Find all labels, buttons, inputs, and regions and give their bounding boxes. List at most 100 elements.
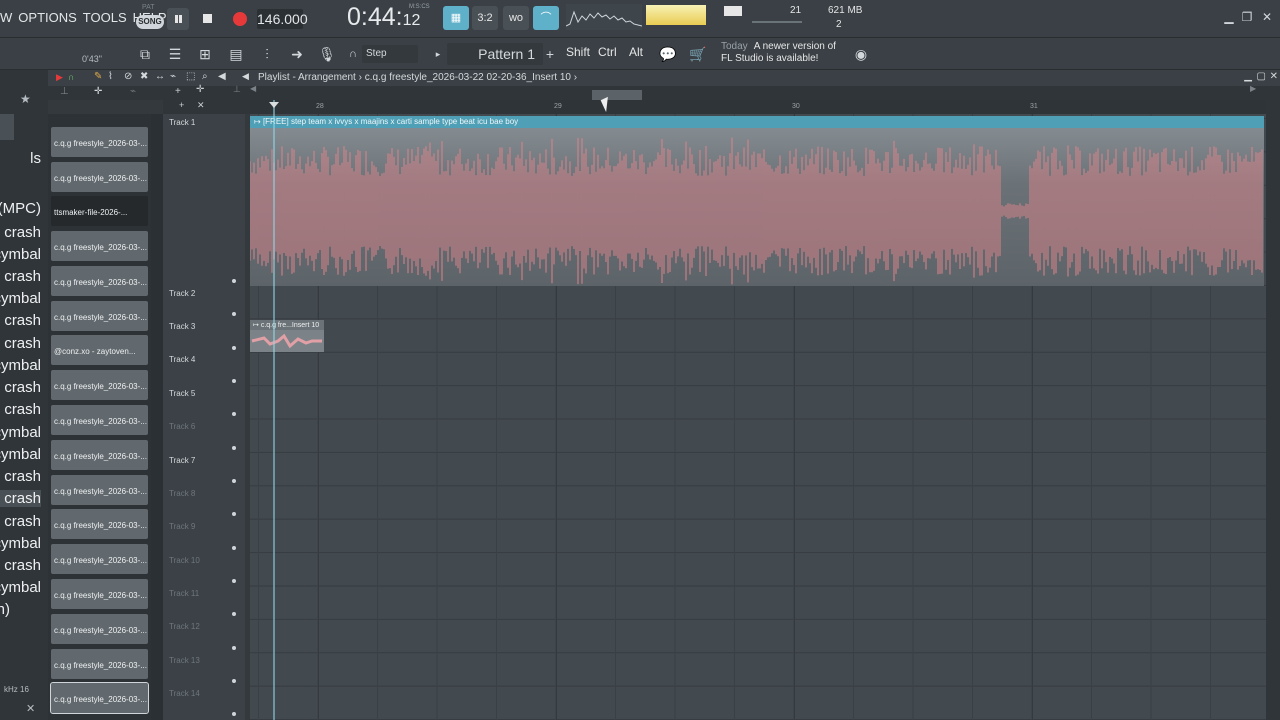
browser-item[interactable]: crash [4, 379, 41, 396]
menu-view[interactable]: W [0, 10, 12, 25]
track-mute-dot[interactable] [232, 379, 236, 383]
track-mute-dot[interactable] [232, 546, 236, 550]
stop-button[interactable] [197, 8, 219, 30]
arrow-icon[interactable]: ➜ [287, 44, 307, 64]
clip-source-item[interactable]: c.q.g freestyle_2026-03-... [51, 649, 148, 679]
track-name[interactable]: Track 2 [169, 289, 195, 298]
clip-source-item[interactable]: c.q.g freestyle_2026-03-... [51, 301, 148, 331]
clip-source-item[interactable]: c.q.g freestyle_2026-03-... [51, 162, 148, 192]
audio-clip-track1[interactable]: ↦ [FREE] step team x ivvys x maajins x c… [250, 116, 1264, 286]
browser-item[interactable]: ls [30, 150, 41, 167]
minimize-icon[interactable]: ▁ [1222, 10, 1236, 24]
cart-icon[interactable]: 🛒 [688, 44, 708, 64]
clip-source-item[interactable]: c.q.g freestyle_2026-03-... [51, 614, 148, 644]
browser-item[interactable]: cymbal [0, 424, 41, 441]
menu-options[interactable]: OPTIONS [18, 10, 77, 25]
playlist-minimize-icon[interactable]: ▁ [1244, 71, 1252, 82]
magnet-icon[interactable]: ∩ [343, 44, 363, 64]
step-edit-icon[interactable]: 3:2 [472, 6, 498, 30]
track-mute-dot[interactable] [232, 346, 236, 350]
track-mute-dot[interactable] [232, 446, 236, 450]
add-track-icon[interactable]: + [175, 86, 181, 97]
menu-tools[interactable]: TOOLS [83, 10, 127, 25]
zoom-icon[interactable]: ⌕ [202, 71, 208, 82]
playlist-maximize-icon[interactable]: ▢ [1257, 71, 1266, 82]
browser-item[interactable]: cymbal [0, 579, 41, 596]
track-mute-dot[interactable] [232, 512, 236, 516]
clip-source-item[interactable]: c.q.g freestyle_2026-03-... [51, 440, 148, 470]
track-name[interactable]: Track 9 [169, 522, 195, 531]
browser-item[interactable]: crash [4, 312, 41, 329]
close-icon[interactable]: ✕ [1260, 10, 1274, 24]
browser-item[interactable]: cymbal [0, 246, 41, 263]
tempo-display[interactable]: 146.000 [257, 9, 308, 29]
clip-source-item[interactable]: c.q.g freestyle_2026-03-... [51, 266, 148, 296]
clip-source-item[interactable]: ttsmaker-file-2026-... [51, 196, 148, 226]
typing-keyboard-icon[interactable]: ▦ [443, 6, 469, 30]
track-name[interactable]: Track 13 [169, 656, 200, 665]
horizontal-scrollbar[interactable] [592, 90, 642, 100]
track-mute-dot[interactable] [232, 312, 236, 316]
slice-icon[interactable]: ⌁ [170, 71, 176, 82]
track-name[interactable]: Track 1 [169, 118, 195, 127]
track-name[interactable]: Track 8 [169, 489, 195, 498]
clip-source-item[interactable]: c.q.g freestyle_2026-03-... [51, 544, 148, 574]
track-mute-dot[interactable] [232, 479, 236, 483]
alt-button[interactable]: Alt [629, 45, 643, 59]
playhead-line[interactable] [273, 100, 275, 720]
mixer-icon[interactable]: ⫶ [257, 44, 277, 64]
delete-icon[interactable]: ⊘ [124, 71, 132, 82]
track-mute-dot[interactable] [232, 579, 236, 583]
track-name[interactable]: Track 12 [169, 622, 200, 631]
audio-clip-track3[interactable]: ↦ c.q.g fre...Insert 10 [250, 320, 324, 352]
browser-item[interactable]: cymbal [0, 446, 41, 463]
clip-list-scrollbar[interactable] [151, 114, 163, 720]
song-mode-toggle[interactable]: SONG [136, 15, 164, 29]
record-button[interactable] [229, 8, 251, 30]
move-icon[interactable]: ✛ [94, 86, 102, 97]
browser-item[interactable]: cymbal [0, 535, 41, 552]
browser-item[interactable]: d crash [0, 335, 41, 352]
clip-source-item[interactable]: c.q.g freestyle_2026-03-... [51, 370, 148, 400]
track-name[interactable]: Track 10 [169, 556, 200, 565]
playlist-close-icon[interactable]: ✕ [1270, 71, 1278, 82]
browser-item[interactable]: 4 crash [0, 513, 41, 530]
browser-item[interactable]: o crash [0, 224, 41, 241]
ctrl-button[interactable]: Ctrl [598, 45, 617, 59]
browser-selected-item[interactable] [0, 114, 14, 140]
play-icon[interactable]: ▶ [56, 72, 63, 83]
close-browser-icon[interactable]: ✕ [26, 702, 35, 715]
track-mute-dot[interactable] [232, 646, 236, 650]
magnet-icon[interactable]: ∩ [68, 72, 74, 82]
browser-item[interactable]: h) [0, 601, 10, 618]
pattern-select[interactable]: Pattern 1 [447, 43, 543, 65]
clip-source-item[interactable]: c.q.g freestyle_2026-03-... [51, 509, 148, 539]
slip-icon[interactable]: ↔ [155, 71, 165, 82]
remove-icon[interactable]: ✕ [197, 100, 205, 111]
restore-icon[interactable]: ❐ [1240, 10, 1254, 24]
playlist-icon[interactable]: ⧉ [135, 44, 155, 64]
track-name[interactable]: Track 7 [169, 456, 195, 465]
compass-icon[interactable]: ✛ [196, 84, 204, 95]
clip-source-item[interactable]: c.q.g freestyle_2026-03-... [51, 579, 148, 609]
track-mute-dot[interactable] [232, 279, 236, 283]
playback-icon[interactable]: ◀ [218, 71, 226, 82]
track-mute-dot[interactable] [232, 679, 236, 683]
keyboard-icon[interactable]: ⊥ [233, 84, 241, 95]
mute-icon[interactable]: ✖ [140, 71, 148, 82]
piano-icon[interactable]: ⊥ [60, 86, 69, 97]
wait-for-input-icon[interactable]: ⌒ [533, 6, 559, 30]
vertical-scrollbar[interactable] [1266, 100, 1280, 720]
browser-item[interactable]: crash [4, 401, 41, 418]
link-icon[interactable]: ⌁ [130, 86, 136, 97]
add-icon[interactable]: + [179, 100, 184, 110]
browser-item[interactable]: n crash [0, 557, 41, 574]
star-icon[interactable]: ★ [20, 92, 31, 106]
chat-icon[interactable]: 💬 [658, 44, 678, 64]
chevron-right-icon[interactable]: ▸ [428, 44, 448, 64]
clip-source-item[interactable]: @conz.xo - zaytoven... [51, 335, 148, 365]
track-mute-dot[interactable] [232, 412, 236, 416]
pencil-icon[interactable]: ✎ [94, 71, 102, 82]
track-mute-dot[interactable] [232, 712, 236, 716]
browser-item[interactable]: cymbal [0, 290, 41, 307]
